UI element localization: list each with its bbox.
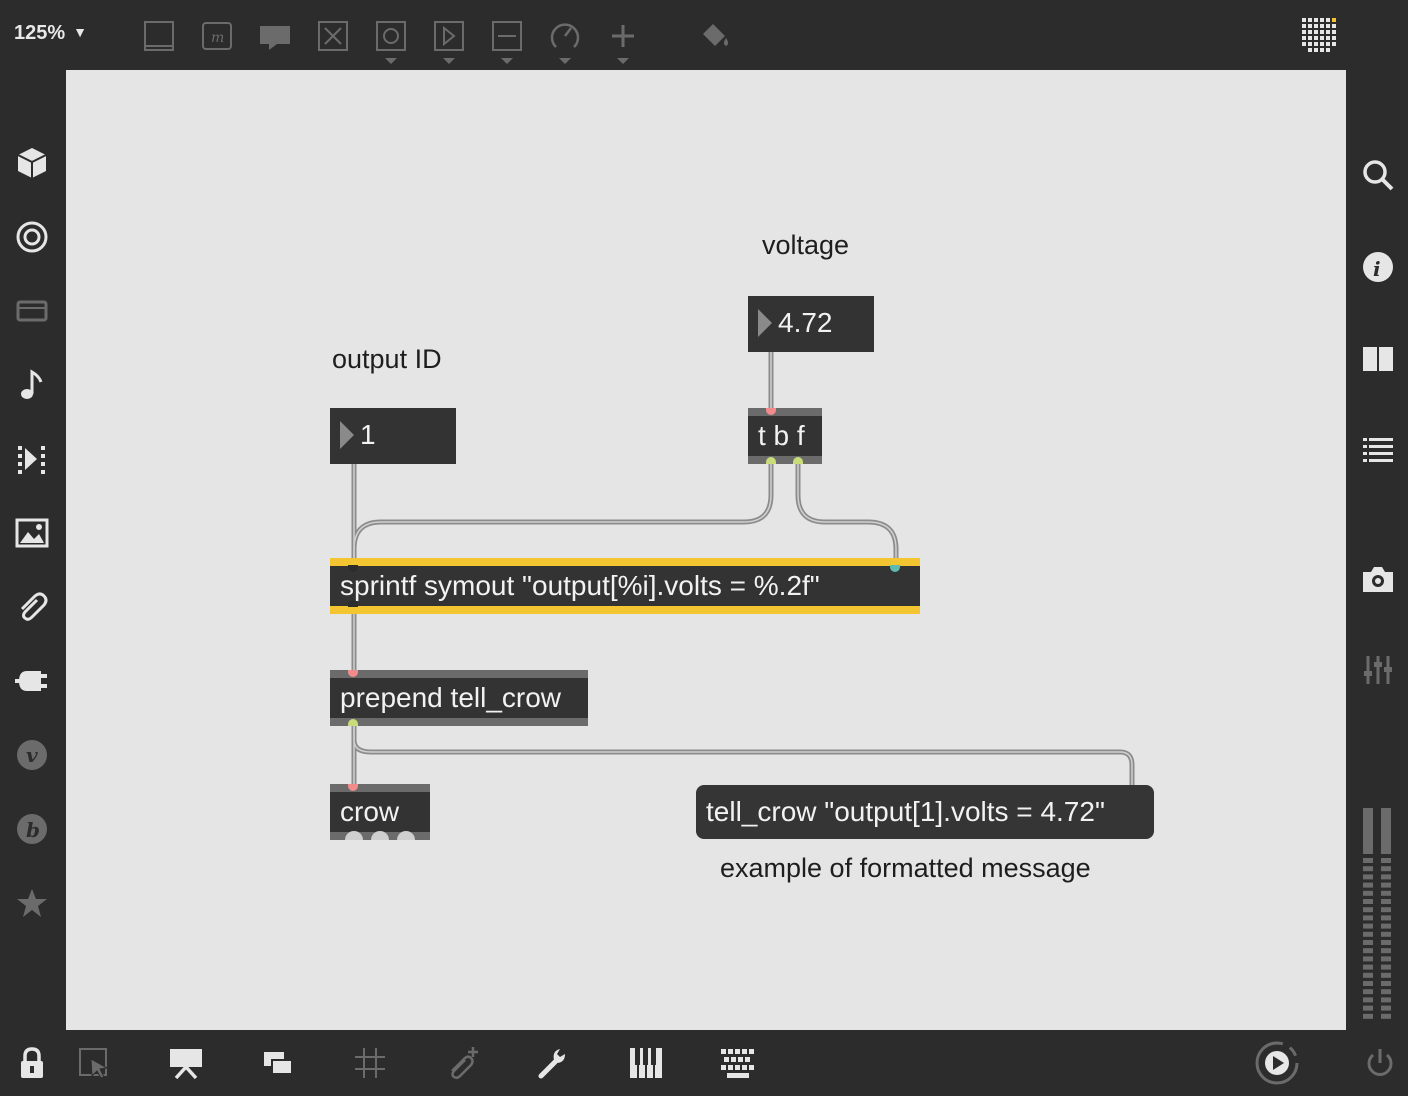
outlet-strip bbox=[330, 718, 588, 726]
comment-box-icon[interactable] bbox=[139, 16, 179, 56]
sprintf-object[interactable]: sprintf symout "output[%i].volts = %.2f" bbox=[330, 558, 920, 614]
cord-trigger-float-to-sprintf bbox=[795, 459, 899, 564]
outlet-port[interactable] bbox=[793, 457, 803, 464]
level-meter-icon bbox=[1362, 808, 1392, 1024]
left-sidebar: v b bbox=[0, 70, 66, 1030]
triangle-icon bbox=[758, 309, 772, 337]
piano-icon[interactable] bbox=[626, 1043, 666, 1083]
paperclip-icon[interactable] bbox=[12, 587, 52, 627]
patch-cords bbox=[351, 348, 1135, 788]
svg-text:m: m bbox=[211, 30, 224, 46]
trigger-text: t b f bbox=[758, 420, 805, 451]
power-icon[interactable] bbox=[1360, 1043, 1400, 1083]
speech-bubble-icon[interactable] bbox=[255, 16, 295, 56]
b-icon[interactable]: b bbox=[12, 809, 52, 849]
cord-prepend-to-message bbox=[351, 721, 1135, 788]
star-icon[interactable] bbox=[12, 883, 52, 923]
music-note-icon[interactable] bbox=[12, 365, 52, 405]
outlet-strip bbox=[748, 456, 822, 464]
cord-trigger-bang-to-sprintf bbox=[351, 459, 774, 564]
grid-dots-icon[interactable] bbox=[1300, 16, 1340, 56]
sprintf-text: sprintf symout "output[%i].volts = %.2f" bbox=[340, 570, 820, 601]
plug-icon[interactable] bbox=[12, 661, 52, 701]
plus-icon[interactable] bbox=[603, 16, 643, 64]
inlet-strip bbox=[330, 670, 588, 678]
package-cube-icon[interactable] bbox=[12, 143, 52, 183]
formatted-message-box[interactable]: tell_crow "output[1].volts = 4.72" bbox=[696, 785, 1154, 839]
windows-icon[interactable] bbox=[258, 1043, 298, 1083]
outlet-port[interactable] bbox=[348, 719, 358, 726]
zoom-menu[interactable]: 125% ▼ bbox=[14, 22, 87, 45]
trigger-object[interactable]: t b f bbox=[748, 408, 822, 464]
slider-icon[interactable] bbox=[487, 16, 527, 64]
top-toolbar: 125% ▼ m bbox=[0, 0, 1408, 70]
zoom-value: 125% bbox=[14, 22, 66, 44]
label-output-id: output ID bbox=[332, 344, 442, 374]
wrench-icon[interactable] bbox=[534, 1043, 574, 1083]
inlet-strip bbox=[748, 408, 822, 416]
crow-text: crow bbox=[340, 796, 400, 827]
target-icon[interactable] bbox=[12, 217, 52, 257]
triangle-icon bbox=[340, 421, 354, 449]
prepend-object[interactable]: prepend tell_crow bbox=[330, 670, 588, 726]
bottom-toolbar bbox=[0, 1030, 1408, 1096]
mixer-sliders-icon[interactable] bbox=[1358, 650, 1398, 690]
button-circle-icon[interactable] bbox=[371, 16, 411, 64]
message-m-icon[interactable]: m bbox=[197, 16, 237, 56]
outlet-port[interactable] bbox=[766, 457, 776, 464]
label-example-caption: example of formatted message bbox=[720, 853, 1091, 883]
search-icon[interactable] bbox=[1358, 155, 1398, 195]
paint-bucket-icon[interactable] bbox=[695, 16, 735, 56]
svg-text:b: b bbox=[26, 818, 40, 842]
info-icon[interactable]: i bbox=[1358, 247, 1398, 287]
list-icon[interactable] bbox=[1358, 431, 1398, 471]
prepend-text: prepend tell_crow bbox=[340, 682, 562, 713]
inlet-strip bbox=[330, 784, 430, 792]
right-sidebar: i bbox=[1346, 70, 1408, 1030]
toggle-x-icon[interactable] bbox=[313, 16, 353, 56]
sequencer-icon[interactable] bbox=[12, 439, 52, 479]
output-id-value: 1 bbox=[360, 419, 376, 450]
label-voltage: voltage bbox=[762, 230, 850, 260]
svg-text:v: v bbox=[26, 743, 38, 767]
svg-text:i: i bbox=[1373, 257, 1381, 281]
transport-play-icon[interactable] bbox=[1254, 1040, 1300, 1086]
play-box-icon[interactable] bbox=[429, 16, 469, 64]
crow-object[interactable]: crow bbox=[330, 784, 430, 840]
presentation-icon[interactable] bbox=[166, 1043, 206, 1083]
select-arrow-icon[interactable] bbox=[74, 1043, 114, 1083]
chevron-down-icon: ▼ bbox=[73, 24, 88, 40]
message-text: tell_crow "output[1].volts = 4.72" bbox=[706, 796, 1105, 827]
columns-icon[interactable] bbox=[1358, 339, 1398, 379]
image-icon[interactable] bbox=[12, 513, 52, 553]
lock-icon[interactable] bbox=[12, 1043, 52, 1083]
keyboard-icon[interactable] bbox=[718, 1043, 758, 1083]
inlet-port[interactable] bbox=[890, 565, 900, 572]
v-icon[interactable]: v bbox=[12, 735, 52, 775]
dial-icon[interactable] bbox=[545, 16, 585, 64]
patcher-canvas[interactable]: voltage output ID 4.72 1 t b f sprintf s… bbox=[66, 70, 1346, 1030]
camera-icon[interactable] bbox=[1358, 559, 1398, 599]
voltage-number-box[interactable]: 4.72 bbox=[748, 296, 874, 352]
voltage-value: 4.72 bbox=[778, 307, 833, 338]
attach-plus-icon[interactable] bbox=[442, 1043, 482, 1083]
display-icon[interactable] bbox=[12, 291, 52, 331]
output-id-number-box[interactable]: 1 bbox=[330, 408, 456, 464]
grid-icon[interactable] bbox=[350, 1043, 390, 1083]
